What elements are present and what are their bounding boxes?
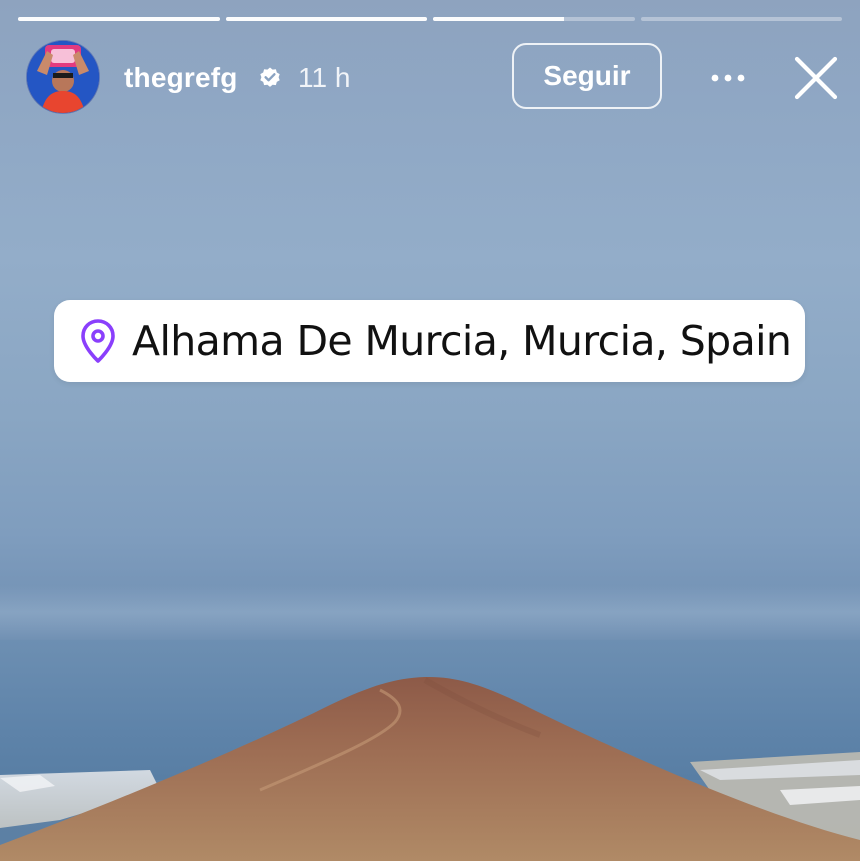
story-progress-segment xyxy=(433,17,635,21)
progress-fill xyxy=(433,17,564,21)
verified-badge-icon xyxy=(260,67,280,87)
avatar-image xyxy=(27,41,99,113)
close-icon[interactable] xyxy=(792,54,840,102)
progress-fill xyxy=(18,17,220,21)
story-header: thegrefg 11 h Seguir xyxy=(26,40,846,116)
story-progress-segment xyxy=(225,17,427,21)
username[interactable]: thegrefg xyxy=(124,62,238,94)
more-options-button[interactable] xyxy=(706,60,750,96)
story-viewer[interactable]: thegrefg 11 h Seguir Alhama De Murcia, M… xyxy=(0,0,860,861)
story-progress-bars xyxy=(18,17,842,22)
story-progress-segment xyxy=(18,17,220,21)
progress-fill xyxy=(225,17,427,21)
location-sticker[interactable]: Alhama De Murcia, Murcia, Spain xyxy=(54,300,805,382)
location-pin-icon xyxy=(81,319,115,363)
volcano-hill-image xyxy=(0,676,860,861)
post-time: 11 h xyxy=(298,62,351,93)
follow-button[interactable]: Seguir xyxy=(512,43,662,109)
profile-avatar[interactable] xyxy=(26,40,100,114)
story-progress-segment xyxy=(640,17,842,21)
location-name: Alhama De Murcia, Murcia, Spain xyxy=(132,317,792,365)
more-horizontal-icon xyxy=(711,74,745,82)
